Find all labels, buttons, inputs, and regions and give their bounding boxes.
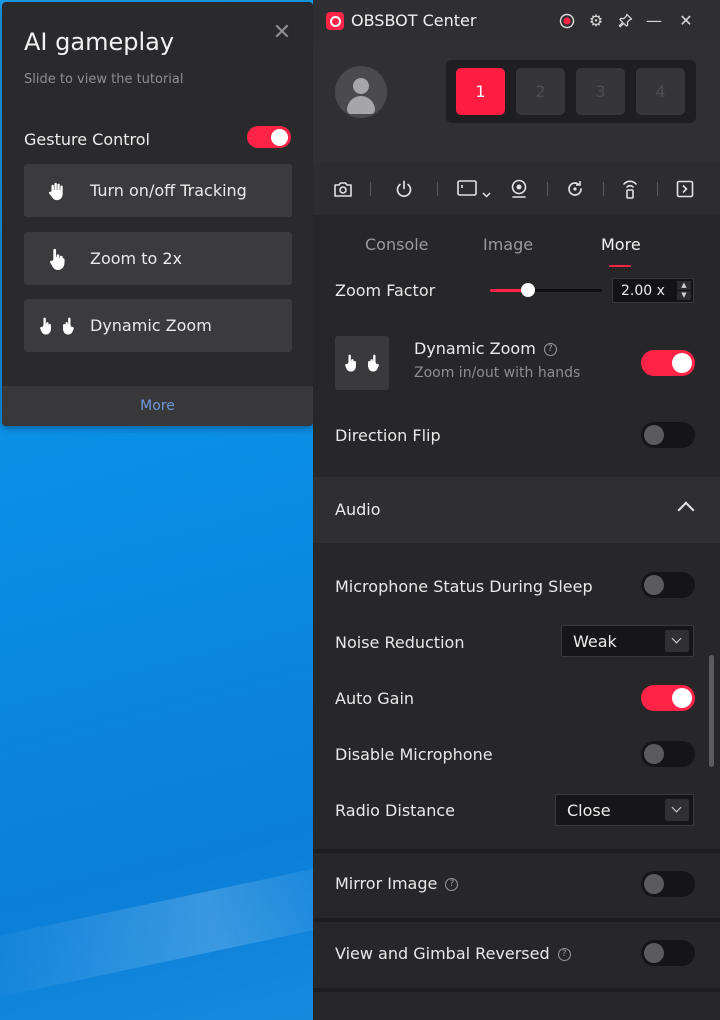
tutorial-subtitle: Slide to view the tutorial (24, 72, 184, 87)
wireless-mic-icon[interactable] (618, 177, 642, 201)
toolbar-divider (437, 182, 438, 196)
chevron-down-icon[interactable] (665, 630, 689, 652)
tutorial-card-label: Turn on/off Tracking (90, 181, 247, 200)
video-mode-icon[interactable] (454, 177, 494, 201)
auto-gain-toggle[interactable] (641, 685, 695, 711)
tutorial-card-zoom-2x[interactable]: Zoom to 2x (24, 232, 292, 285)
radio-distance-value: Close (567, 801, 611, 820)
help-icon[interactable]: ? (543, 343, 557, 356)
avatar[interactable] (335, 66, 387, 118)
title-bar: OBSBOT Center ⚙ — ✕ (313, 0, 720, 42)
zoom-factor-label: Zoom Factor (335, 281, 436, 300)
pin-icon[interactable] (614, 10, 636, 32)
radio-distance-select[interactable]: Close (555, 794, 694, 826)
gesture-control-toggle[interactable] (247, 126, 291, 148)
zoom-slider-thumb[interactable] (521, 283, 535, 297)
toolbar-divider (547, 182, 548, 196)
help-icon[interactable]: ? (557, 948, 571, 961)
section-divider (313, 988, 720, 992)
audio-section-header[interactable]: Audio (313, 477, 720, 543)
webcam-icon[interactable] (507, 177, 531, 201)
open-hand-icon (24, 180, 90, 202)
pointing-hand-icon (24, 247, 90, 271)
view-gimbal-toggle[interactable] (641, 940, 695, 966)
toolbar (313, 163, 720, 215)
dynamic-zoom-toggle[interactable] (641, 350, 695, 376)
preset-slot-3[interactable]: 3 (576, 68, 625, 115)
minimize-icon[interactable]: — (643, 10, 665, 32)
noise-reduction-label: Noise Reduction (335, 633, 465, 652)
window-close-icon[interactable]: ✕ (675, 10, 697, 32)
zoom-factor-spinbox[interactable]: 2.00 x ▲ ▼ (612, 278, 694, 303)
tutorial-title: AI gameplay (24, 28, 175, 56)
power-icon[interactable] (392, 177, 416, 201)
mic-sleep-label: Microphone Status During Sleep (335, 577, 593, 596)
auto-gain-label: Auto Gain (335, 689, 415, 708)
two-hands-icon (24, 316, 90, 336)
section-divider (313, 918, 720, 922)
view-gimbal-row: View and Gimbal Reversed? (335, 944, 571, 963)
app-title: OBSBOT Center (351, 11, 477, 30)
disable-mic-toggle[interactable] (641, 741, 695, 767)
more-settings-content: Zoom Factor 2.00 x ▲ ▼ Dynamic Zoom? Zoom… (313, 267, 720, 1020)
noise-reduction-value: Weak (573, 632, 617, 651)
chevron-down-icon[interactable] (665, 799, 689, 821)
audio-header-label: Audio (335, 500, 381, 519)
tutorial-card-label: Zoom to 2x (90, 249, 183, 268)
camera-snapshot-icon[interactable] (331, 177, 355, 201)
tutorial-card-tracking[interactable]: Turn on/off Tracking (24, 164, 292, 217)
gesture-control-label: Gesture Control (24, 130, 150, 149)
dynamic-zoom-row: Dynamic Zoom? (414, 339, 557, 358)
gear-icon[interactable]: ⚙ (585, 10, 607, 32)
tutorial-card-dynamic-zoom[interactable]: Dynamic Zoom (24, 299, 292, 352)
tab-image[interactable]: Image (483, 235, 533, 254)
mirror-image-row: Mirror Image? (335, 874, 459, 893)
record-icon[interactable] (556, 10, 578, 32)
dynamic-zoom-title: Dynamic Zoom (414, 339, 536, 358)
mirror-image-toggle[interactable] (641, 871, 695, 897)
preset-slot-2[interactable]: 2 (516, 68, 565, 115)
device-header: 1 2 3 4 (313, 42, 720, 163)
close-icon[interactable]: ✕ (270, 22, 294, 46)
section-divider (313, 849, 720, 853)
view-gimbal-label: View and Gimbal Reversed (335, 944, 550, 963)
direction-flip-toggle[interactable] (641, 422, 695, 448)
spin-down-icon[interactable]: ▼ (677, 291, 691, 300)
chevron-up-icon[interactable] (677, 501, 695, 519)
radio-distance-label: Radio Distance (335, 801, 456, 820)
ai-gameplay-tutorial-panel: AI gameplay ✕ Slide to view the tutorial… (2, 2, 313, 426)
mirror-image-label: Mirror Image (335, 874, 438, 893)
disable-mic-label: Disable Microphone (335, 745, 493, 764)
toolbar-divider (370, 182, 371, 196)
preset-slot-4[interactable]: 4 (636, 68, 685, 115)
scrollbar-thumb[interactable] (709, 655, 714, 767)
refresh-ai-icon[interactable] (563, 177, 587, 201)
toolbar-divider (603, 182, 604, 196)
expand-panel-icon[interactable] (673, 177, 697, 201)
dynamic-zoom-subtitle: Zoom in/out with hands (414, 365, 581, 381)
two-hands-icon (335, 336, 389, 390)
preset-slots: 1 2 3 4 (446, 60, 696, 123)
toolbar-divider (657, 182, 658, 196)
noise-reduction-select[interactable]: Weak (561, 625, 694, 657)
spin-up-icon[interactable]: ▲ (677, 281, 691, 290)
settings-tabs: Console Image More (313, 215, 720, 267)
preset-slot-1[interactable]: 1 (456, 68, 505, 115)
mic-sleep-toggle[interactable] (641, 572, 695, 598)
help-icon[interactable]: ? (445, 878, 459, 891)
direction-flip-label: Direction Flip (335, 426, 441, 445)
tab-more[interactable]: More (601, 235, 641, 254)
spin-arrows[interactable]: ▲ ▼ (677, 281, 691, 300)
zoom-factor-value: 2.00 x (621, 283, 665, 299)
obsbot-center-window: OBSBOT Center ⚙ — ✕ 1 2 3 4 Console Imag… (313, 0, 720, 1020)
tab-console[interactable]: Console (365, 235, 429, 254)
tutorial-more-link[interactable]: More (2, 386, 313, 426)
tutorial-card-label: Dynamic Zoom (90, 316, 212, 335)
obsbot-logo-icon (326, 12, 344, 30)
